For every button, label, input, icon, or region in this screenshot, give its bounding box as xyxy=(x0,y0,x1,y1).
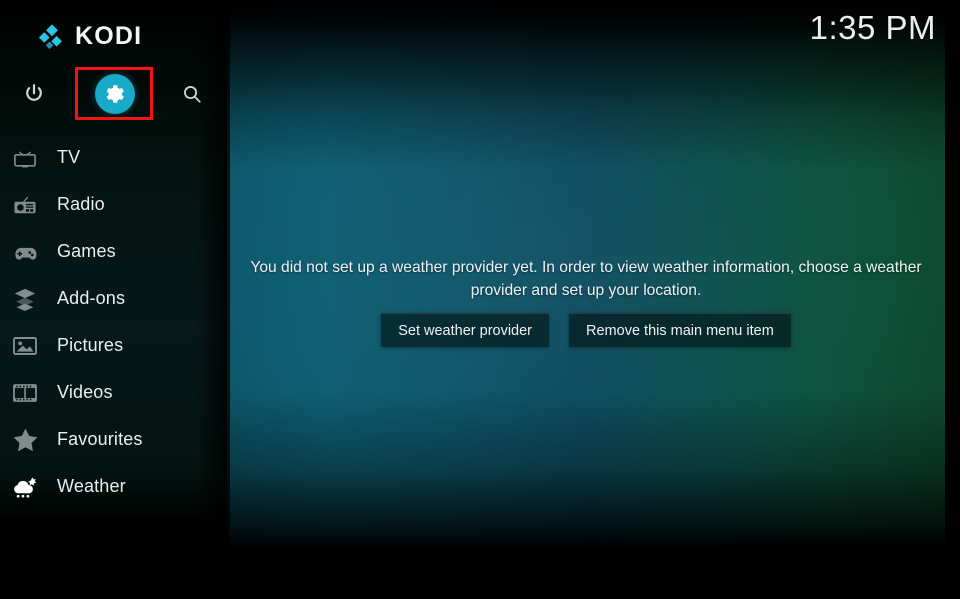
settings-button[interactable] xyxy=(89,68,141,120)
sidebar-item-label: Radio xyxy=(57,194,105,214)
kodi-home-screen: 1:35 PM KODI TV Radio Games Add-ons Pict… xyxy=(0,0,960,599)
gamepad-icon xyxy=(9,237,41,267)
star-icon xyxy=(9,425,41,455)
sidebar-item-label: Weather xyxy=(57,476,126,496)
top-icon-bar xyxy=(0,68,227,120)
tv-icon xyxy=(9,143,41,173)
sidebar-item-weather[interactable]: Weather xyxy=(0,463,227,510)
power-button[interactable] xyxy=(8,68,60,120)
sidebar-item-label: Add-ons xyxy=(57,288,126,308)
gear-icon xyxy=(106,85,124,103)
kodi-logo-icon xyxy=(38,23,62,49)
sidebar-edge-shadow xyxy=(196,0,230,599)
right-letterbox-band xyxy=(945,0,960,599)
sidebar-item-label: TV xyxy=(57,147,81,167)
sidebar-item-label: Favourites xyxy=(57,429,143,449)
sidebar-item-addons[interactable]: Add-ons xyxy=(0,275,227,322)
sidebar-item-tv[interactable]: TV xyxy=(0,134,227,181)
sidebar-item-pictures[interactable]: Pictures xyxy=(0,322,227,369)
sidebar-item-videos[interactable]: Videos xyxy=(0,369,227,416)
weather-cloud-sun-rain-icon xyxy=(9,472,41,502)
addons-box-icon xyxy=(9,284,41,314)
radio-icon xyxy=(9,190,41,220)
sidebar-item-favourites[interactable]: Favourites xyxy=(0,416,227,463)
kodi-logo: KODI xyxy=(38,22,142,51)
set-weather-provider-button[interactable]: Set weather provider xyxy=(381,313,550,347)
weather-action-buttons: Set weather provider Remove this main me… xyxy=(227,313,945,347)
sidebar-item-label: Games xyxy=(57,241,116,261)
sidebar: KODI TV Radio Games Add-ons Pictures Vid… xyxy=(0,0,230,599)
power-icon xyxy=(26,84,42,101)
kodi-logo-text: KODI xyxy=(75,22,143,50)
main-menu: TV Radio Games Add-ons Pictures Videos F… xyxy=(0,134,227,510)
weather-setup-notice: You did not set up a weather provider ye… xyxy=(250,259,922,299)
pictures-icon xyxy=(9,331,41,361)
sidebar-item-games[interactable]: Games xyxy=(0,228,227,275)
remove-main-menu-item-button[interactable]: Remove this main menu item xyxy=(569,313,791,347)
main-content: You did not set up a weather provider ye… xyxy=(227,0,945,599)
sidebar-item-radio[interactable]: Radio xyxy=(0,181,227,228)
settings-button-circle xyxy=(95,74,135,114)
filmstrip-icon xyxy=(9,378,41,408)
sidebar-item-label: Videos xyxy=(57,382,113,402)
sidebar-item-label: Pictures xyxy=(57,335,124,355)
